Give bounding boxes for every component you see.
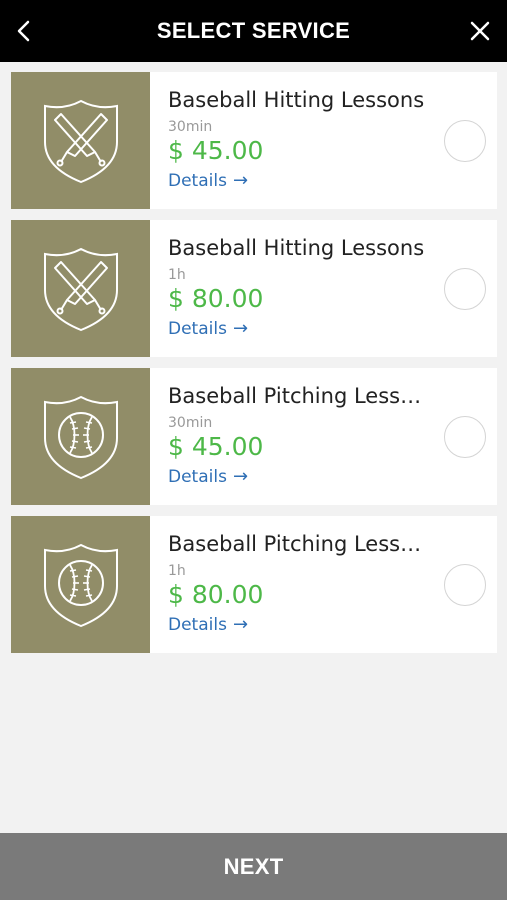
- service-duration: 1h: [168, 267, 186, 283]
- service-price: $ 45.00: [168, 136, 264, 165]
- app-header: SELECT SERVICE: [0, 0, 507, 62]
- arrow-right-icon: →: [232, 318, 249, 339]
- service-card[interactable]: Baseball Pitching Lessons 1h $ 80.00 Det…: [11, 516, 497, 653]
- service-name: Baseball Hitting Lessons: [168, 88, 425, 112]
- service-name: Baseball Pitching Lessons: [168, 532, 430, 556]
- service-thumbnail: [11, 516, 150, 653]
- crossed-bats-shield-icon: [43, 247, 118, 331]
- service-duration: 30min: [168, 119, 213, 135]
- arrow-right-icon: →: [232, 170, 249, 191]
- service-thumbnail: [11, 368, 150, 505]
- service-card[interactable]: Baseball Pitching Lessons 30min $ 45.00 …: [11, 368, 497, 505]
- service-card[interactable]: Baseball Hitting Lessons 1h $ 80.00 Deta…: [11, 220, 497, 357]
- service-duration: 30min: [168, 415, 213, 431]
- details-link[interactable]: Details →: [168, 466, 248, 488]
- page-title: SELECT SERVICE: [156, 18, 351, 43]
- details-link[interactable]: Details →: [168, 614, 248, 636]
- close-button[interactable]: [463, 14, 497, 48]
- service-thumbnail: [11, 72, 150, 209]
- select-radio[interactable]: [444, 416, 486, 458]
- service-duration: 1h: [168, 563, 186, 579]
- arrow-right-icon: →: [232, 466, 249, 487]
- chevron-left-icon: [17, 20, 30, 42]
- service-price: $ 45.00: [168, 432, 264, 461]
- next-button[interactable]: NEXT: [0, 833, 507, 900]
- back-button[interactable]: [8, 14, 40, 48]
- baseball-shield-icon: [43, 543, 118, 627]
- service-thumbnail: [11, 220, 150, 357]
- select-radio[interactable]: [444, 268, 486, 310]
- service-price: $ 80.00: [168, 580, 264, 609]
- close-icon: [470, 21, 490, 41]
- next-label: NEXT: [223, 853, 284, 879]
- details-link[interactable]: Details →: [168, 318, 248, 340]
- service-card[interactable]: Baseball Hitting Lessons 30min $ 45.00 D…: [11, 72, 497, 209]
- service-list: Baseball Hitting Lessons 30min $ 45.00 D…: [11, 72, 497, 664]
- baseball-shield-icon: [43, 395, 118, 479]
- service-name: Baseball Hitting Lessons: [168, 236, 425, 260]
- select-radio[interactable]: [444, 120, 486, 162]
- details-label: Details: [168, 319, 227, 339]
- details-link[interactable]: Details →: [168, 170, 248, 192]
- arrow-right-icon: →: [232, 614, 249, 635]
- details-label: Details: [168, 171, 227, 191]
- service-name: Baseball Pitching Lessons: [168, 384, 430, 408]
- crossed-bats-shield-icon: [43, 99, 118, 183]
- select-radio[interactable]: [444, 564, 486, 606]
- details-label: Details: [168, 615, 227, 635]
- service-price: $ 80.00: [168, 284, 264, 313]
- details-label: Details: [168, 467, 227, 487]
